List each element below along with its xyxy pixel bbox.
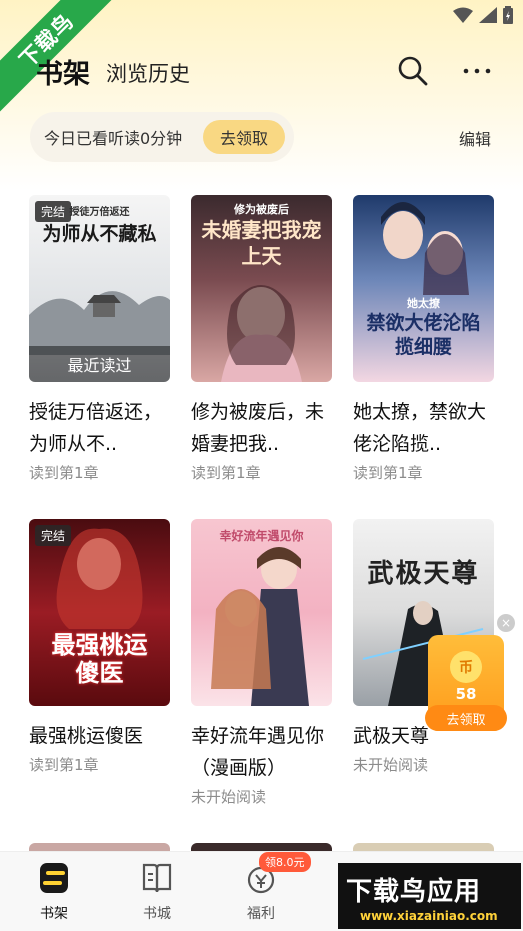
claim-reading-reward-button[interactable]: 去领取 [203, 120, 285, 154]
welfare-badge: 领8.0元 [259, 852, 311, 872]
book-cover[interactable]: 她太撩 禁欲大佬沦陷揽细腰 [353, 195, 494, 382]
signal-icon [479, 7, 497, 23]
book-progress: 读到第1章 [353, 464, 423, 482]
watermark-app-text: 下载鸟应用 [346, 877, 482, 907]
book-progress: 未开始阅读 [191, 788, 267, 806]
battery-icon [503, 6, 513, 24]
status-bar [453, 6, 513, 24]
nav-label: 书架 [40, 906, 68, 922]
claim-coin-button[interactable]: 去领取 [425, 705, 507, 731]
book-cover[interactable]: 授徒万倍返还 为师从不藏私 完结 最近读过 [29, 195, 170, 382]
book-progress: 读到第1章 [29, 756, 99, 774]
watermark-logo: 下载鸟应用 www.xiazainiao.com [338, 863, 521, 929]
reading-time-pill: 今日已看听读0分钟 去领取 [30, 112, 294, 162]
recently-read-overlay: 最近读过 [29, 346, 170, 382]
more-icon [463, 68, 491, 74]
book-item[interactable]: 完结 最强桃运傻医 最强桃运傻医 读到第1章 [29, 519, 170, 775]
edit-button[interactable]: 编辑 [459, 126, 491, 150]
completed-badge: 完结 [35, 201, 72, 222]
cover-title: 未婚妻把我宠上天 [201, 218, 322, 268]
cover-subtitle: 修为被废后 [234, 203, 289, 216]
book-item[interactable]: 她太撩 禁欲大佬沦陷揽细腰 她太撩，禁欲大佬沦陷揽.. 读到第1章 [353, 195, 494, 483]
cover-title: 为师从不藏私 [42, 223, 157, 245]
nav-bookstore[interactable]: 书城 [127, 861, 187, 923]
reading-time-text: 今日已看听读0分钟 [44, 129, 183, 148]
book-title: 最强桃运傻医 [29, 725, 144, 747]
watermark-site-text: www.xiazainiao.com [360, 909, 498, 923]
nav-bookshelf[interactable]: 书架 [24, 861, 84, 923]
cover-illustration [381, 202, 469, 295]
cover-title: 禁欲大佬沦陷揽细腰 [366, 312, 481, 358]
cover-illustration [211, 547, 309, 706]
bookshelf-icon [40, 863, 68, 893]
bookstore-icon [142, 863, 172, 893]
book-title: 授徒万倍返还，为师从不.. [29, 401, 163, 455]
tab-bookshelf[interactable]: 书架 [36, 52, 90, 91]
cover-illustration [29, 291, 170, 355]
book-cover[interactable]: 完结 最强桃运傻医 [29, 519, 170, 706]
book-progress: 读到第1章 [191, 464, 261, 482]
cover-subtitle: 她太撩 [407, 297, 440, 310]
book-cover[interactable]: 修为被废后 未婚妻把我宠上天 [191, 195, 332, 382]
cover-illustration [221, 285, 302, 382]
cover-title: 最强桃运傻医 [51, 631, 148, 687]
coin-icon: 币 [450, 651, 482, 683]
reward-amount: 58 [455, 685, 477, 703]
wifi-icon [453, 7, 473, 23]
tab-browse-history[interactable]: 浏览历史 [106, 58, 190, 88]
book-title: 修为被废后，未婚妻把我.. [191, 401, 325, 455]
book-item[interactable]: 幸好流年遇见你 幸好流年遇见你（漫画版） 未开始阅读 [191, 519, 332, 807]
book-title: 她太撩，禁欲大佬沦陷揽.. [353, 401, 487, 455]
search-button[interactable] [396, 54, 430, 88]
reward-widget[interactable]: 币 58 去领取 [425, 635, 507, 731]
book-item[interactable]: 修为被废后 未婚妻把我宠上天 修为被废后，未婚妻把我.. 读到第1章 [191, 195, 332, 483]
nav-label: 书城 [143, 906, 171, 922]
book-progress: 未开始阅读 [353, 756, 429, 774]
close-reward-button[interactable]: × [497, 614, 515, 632]
book-progress: 读到第1章 [29, 464, 99, 482]
completed-badge: 完结 [35, 525, 72, 546]
book-cover[interactable]: 幸好流年遇见你 [191, 519, 332, 706]
nav-label: 福利 [247, 906, 275, 922]
book-item[interactable]: 授徒万倍返还 为师从不藏私 完结 最近读过 授徒万倍返还，为师从不.. 读到第1… [29, 195, 170, 483]
search-icon [398, 56, 428, 86]
cover-title: 武极天尊 [367, 559, 480, 589]
book-title: 幸好流年遇见你（漫画版） [191, 725, 325, 779]
more-button[interactable] [460, 54, 494, 88]
